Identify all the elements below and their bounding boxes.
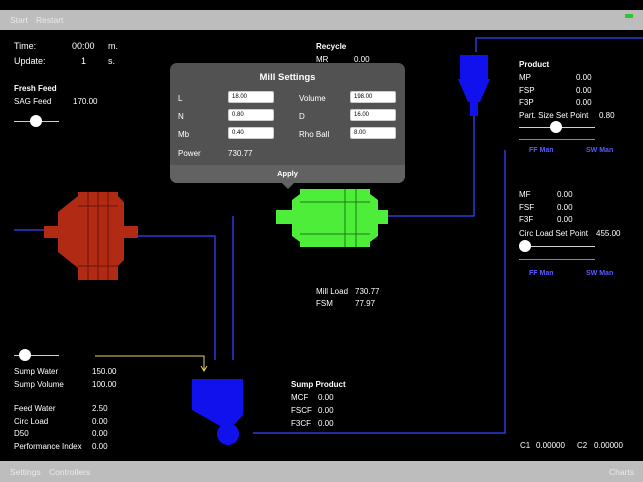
power-value: 730.77 [228, 149, 253, 158]
performance-index-label: Performance Index [14, 442, 82, 451]
mcf-label: MCF [291, 393, 309, 402]
divider [519, 259, 595, 260]
bottom-toolbar: Settings Controllers Charts [0, 461, 643, 482]
mb-input[interactable] [228, 127, 274, 139]
update-label: Update: [14, 56, 46, 66]
fsm-label: FSM [316, 299, 333, 308]
fscf-label: FSCF [291, 406, 312, 415]
cyclone [458, 55, 490, 116]
volume-input[interactable] [350, 91, 396, 103]
time-label: Time: [14, 41, 37, 51]
sump-water-slider-knob[interactable] [19, 349, 31, 361]
fscf-value: 0.00 [318, 406, 334, 415]
f3cf-label: F3CF [291, 419, 311, 428]
sump-volume-value: 100.00 [92, 380, 117, 389]
charts-tab[interactable]: Charts [609, 467, 634, 477]
part-size-setpoint-label: Part. Size Set Point [519, 111, 589, 120]
controllers-tab[interactable]: Controllers [49, 467, 90, 477]
sag-feed-slider-knob[interactable] [30, 115, 42, 127]
n-input[interactable] [228, 109, 274, 121]
mp-value: 0.00 [576, 73, 592, 82]
f3f-label: F3F [519, 215, 534, 224]
part-size-slider-knob[interactable] [550, 121, 562, 133]
product-sw-man-button[interactable]: SW Man [586, 147, 613, 154]
f3cf-value: 0.00 [318, 419, 334, 428]
recycle-title: Recycle [316, 42, 347, 51]
mill-settings-popover: Mill Settings L N Mb Volume D Rho Ball P… [170, 63, 405, 189]
l-label: L [178, 94, 183, 103]
c1-label: C1 [520, 441, 531, 450]
circ-ff-man-button[interactable]: FF Man [529, 270, 554, 277]
fsf-label: FSF [519, 203, 535, 212]
product-ff-man-button[interactable]: FF Man [529, 147, 554, 154]
fsp-label: FSP [519, 86, 535, 95]
d50-value: 0.00 [92, 429, 108, 438]
cyclone-overflow-pipe [475, 37, 643, 52]
mill-load-label: Mill Load [316, 287, 349, 296]
settings-tab[interactable]: Settings [10, 467, 41, 477]
fsm-value: 77.97 [355, 299, 376, 308]
circ-load-setpoint-value: 455.00 [596, 229, 621, 238]
circ-sw-man-button[interactable]: SW Man [586, 270, 613, 277]
mf-value: 0.00 [557, 190, 573, 199]
l-input[interactable] [228, 91, 274, 103]
fsf-value: 0.00 [557, 203, 573, 212]
f3p-label: F3P [519, 98, 534, 107]
top-toolbar: Start Restart [0, 10, 643, 30]
mp-label: MP [519, 73, 531, 82]
f3f-value: 0.00 [557, 215, 573, 224]
d50-label: D50 [14, 429, 29, 438]
time-unit: m. [108, 41, 118, 51]
battery-icon [625, 14, 633, 18]
circ-load-value: 0.00 [92, 417, 108, 426]
part-size-setpoint-value: 0.80 [599, 111, 615, 120]
ball-mill [276, 189, 388, 247]
mill-load-value: 730.77 [355, 287, 380, 296]
sag-feed-value: 170.00 [73, 97, 98, 106]
feed-water-value: 2.50 [92, 404, 108, 413]
power-label: Power [178, 149, 201, 158]
feed-water-label: Feed Water [14, 404, 56, 413]
mcf-value: 0.00 [318, 393, 334, 402]
volume-label: Volume [299, 94, 326, 103]
divider [519, 139, 595, 140]
sag-mill [44, 192, 138, 280]
time-value: 00:00 [72, 41, 95, 51]
apply-button[interactable]: Apply [170, 169, 405, 178]
sag-feed-label: SAG Feed [14, 97, 52, 106]
update-unit: s. [108, 56, 116, 66]
f3p-value: 0.00 [576, 98, 592, 107]
sump [192, 379, 243, 445]
popover-caret [282, 183, 294, 189]
rho-ball-input[interactable] [350, 127, 396, 139]
sump-product-title: Sump Product [291, 380, 346, 389]
circ-load-label: Circ Load [14, 417, 49, 426]
mill-settings-title: Mill Settings [259, 72, 316, 83]
update-value[interactable]: 1 [81, 56, 86, 66]
product-title: Product [519, 60, 550, 69]
apply-row[interactable]: Apply [170, 165, 405, 183]
c2-label: C2 [577, 441, 588, 450]
d-label: D [299, 112, 305, 121]
performance-index-value: 0.00 [92, 442, 108, 451]
sump-water-label: Sump Water [14, 367, 59, 376]
sump-volume-label: Sump Volume [14, 380, 64, 389]
d-input[interactable] [350, 109, 396, 121]
fsp-value: 0.00 [576, 86, 592, 95]
circ-load-setpoint-label: Circ Load Set Point [519, 229, 588, 238]
c2-value: 0.00000 [594, 441, 623, 450]
mb-label: Mb [178, 130, 190, 139]
sump-water-value: 150.00 [92, 367, 117, 376]
restart-button[interactable]: Restart [36, 15, 63, 25]
mf-label: MF [519, 190, 531, 199]
fresh-feed-title: Fresh Feed [14, 84, 57, 93]
n-label: N [178, 112, 184, 121]
circ-load-slider-knob[interactable] [519, 240, 531, 252]
rho-ball-label: Rho Ball [299, 130, 330, 139]
sag-to-sump-pipe [138, 235, 216, 360]
start-button[interactable]: Start [10, 15, 28, 25]
c1-value: 0.00000 [536, 441, 565, 450]
